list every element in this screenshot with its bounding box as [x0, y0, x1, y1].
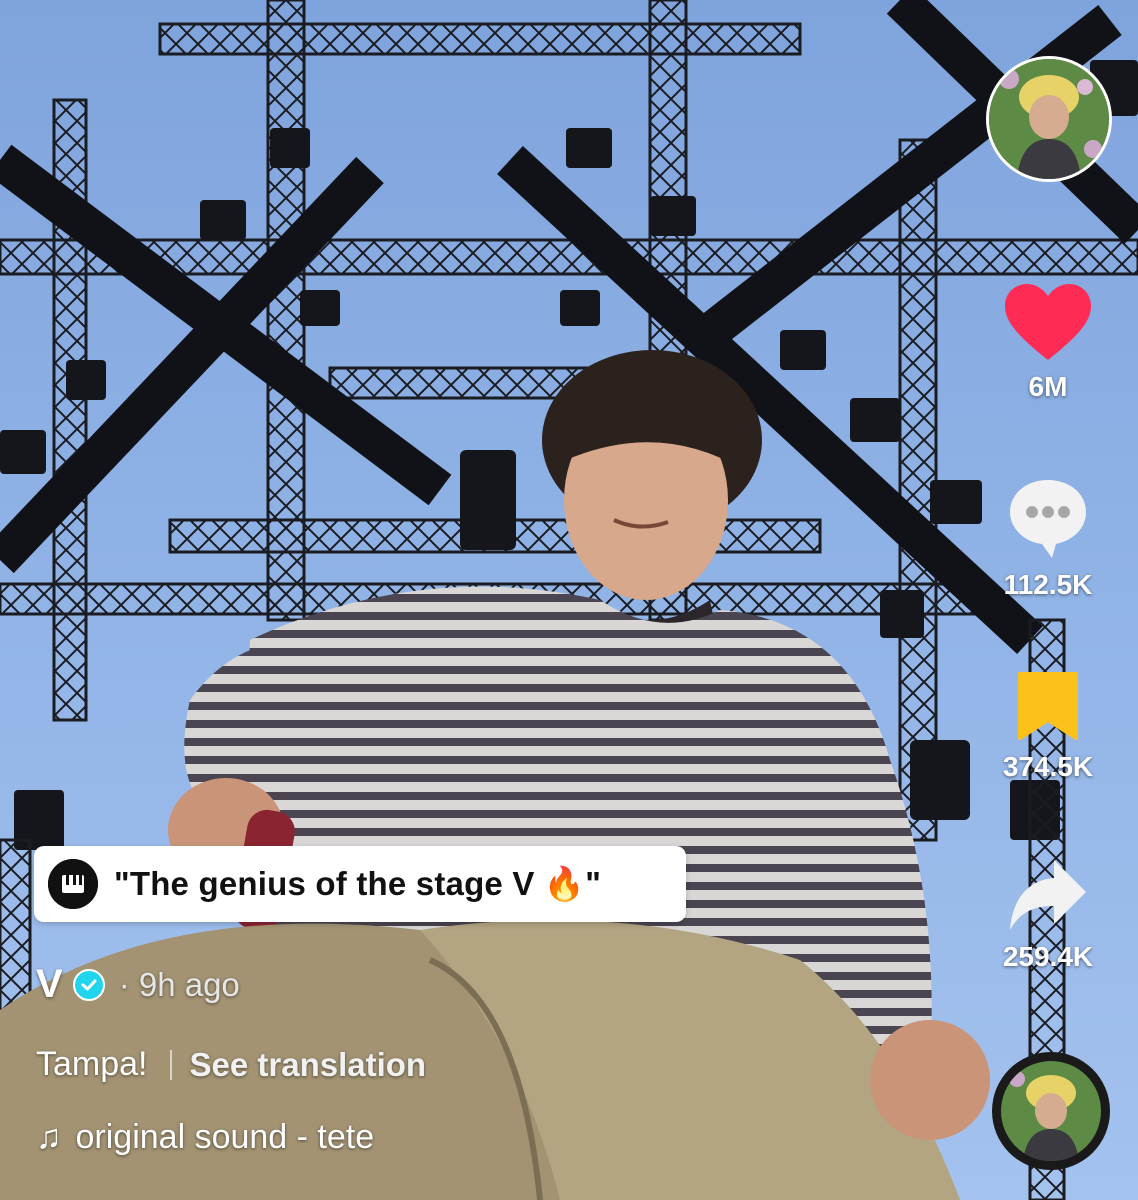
- heart-icon: [1005, 284, 1091, 360]
- sound-name: original sound - tete: [75, 1118, 375, 1156]
- verified-badge-icon: [72, 968, 105, 1001]
- sound-disc-avatar: [1001, 1061, 1101, 1161]
- author-row: V · 9h ago: [36, 962, 240, 1007]
- avatar-image: [989, 59, 1109, 179]
- save-count: 374.5K: [1002, 751, 1094, 782]
- author-name[interactable]: V: [36, 962, 63, 1007]
- comment-count: 112.5K: [1003, 569, 1093, 600]
- share-button[interactable]: 259.4K: [988, 858, 1108, 973]
- video-frame: [0, 0, 1138, 1200]
- like-button[interactable]: 6M: [988, 284, 1108, 403]
- video-description: Tampa!: [36, 1045, 148, 1083]
- sound-disc[interactable]: [992, 1052, 1110, 1170]
- creator-avatar[interactable]: [986, 56, 1112, 182]
- save-button[interactable]: 374.5K: [988, 670, 1108, 783]
- bookmark-icon: [1018, 672, 1078, 740]
- music-note-icon: ♫: [36, 1118, 62, 1156]
- comment-button[interactable]: 112.5K: [988, 476, 1108, 601]
- piano-logo-icon: [48, 859, 98, 909]
- share-count: 259.4K: [1002, 941, 1094, 972]
- caption-sticker-text: "The genius of the stage V 🔥": [114, 864, 602, 902]
- divider: [169, 1049, 172, 1080]
- video-player[interactable]: 6M 112.5K 374.5K 259.4K "The genius of t…: [0, 0, 1138, 1200]
- description-row: Tampa! See translation: [36, 1045, 426, 1084]
- comment-bubble-icon: [1010, 480, 1086, 558]
- see-translation-link[interactable]: See translation: [190, 1046, 427, 1084]
- sound-row[interactable]: ♫ original sound - tete: [36, 1118, 374, 1157]
- caption-sticker: "The genius of the stage V 🔥": [34, 846, 686, 922]
- share-arrow-icon: [1010, 860, 1086, 930]
- like-count: 6M: [1028, 371, 1068, 402]
- posted-time: · 9h ago: [118, 965, 240, 1003]
